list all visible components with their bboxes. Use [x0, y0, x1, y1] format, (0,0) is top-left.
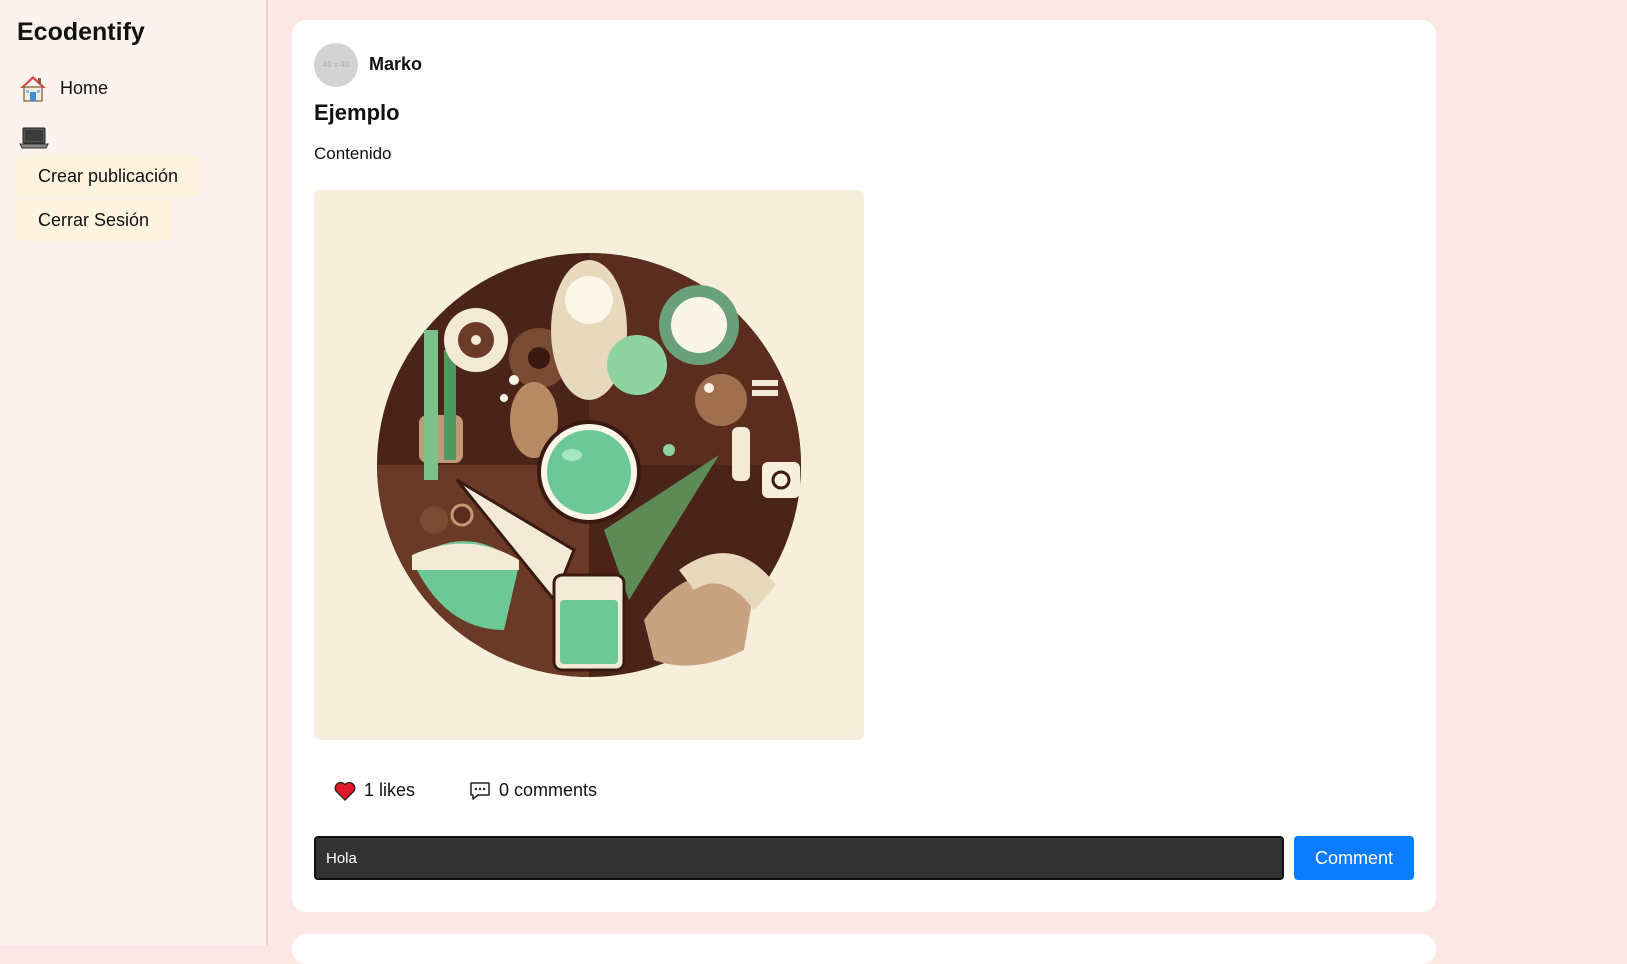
post-author[interactable]: Marko: [369, 54, 422, 75]
logout-button[interactable]: Cerrar Sesión: [16, 199, 172, 241]
nav-home[interactable]: Home: [18, 73, 108, 103]
chat-bubble-icon: [470, 781, 490, 800]
avatar[interactable]: 40 x 40: [314, 43, 358, 87]
comment-button[interactable]: Comment: [1294, 836, 1414, 880]
nav-home-label: Home: [60, 77, 109, 98]
heart-icon: [334, 781, 356, 801]
comment-input[interactable]: [314, 836, 1284, 880]
next-post-card: [292, 934, 1436, 964]
post-image: [314, 190, 864, 740]
likes-count: 1 likes: [364, 780, 416, 800]
post-title: Ejemplo: [314, 100, 400, 125]
laptop-icon[interactable]: [19, 127, 49, 154]
create-post-button[interactable]: Crear publicación: [16, 155, 201, 197]
house-icon: [20, 76, 46, 102]
comments-count: 0 comments: [499, 780, 598, 800]
post-card: 40 x 40 Marko Ejemplo Contenido 1 likes …: [292, 20, 1436, 912]
sidebar: Ecodentify Home Crear publicación Cerrar…: [0, 0, 268, 945]
comments-button[interactable]: 0 comments: [469, 780, 597, 801]
app-title: Ecodentify: [17, 18, 145, 46]
like-button[interactable]: 1 likes: [334, 780, 415, 801]
post-content: Contenido: [314, 144, 392, 163]
